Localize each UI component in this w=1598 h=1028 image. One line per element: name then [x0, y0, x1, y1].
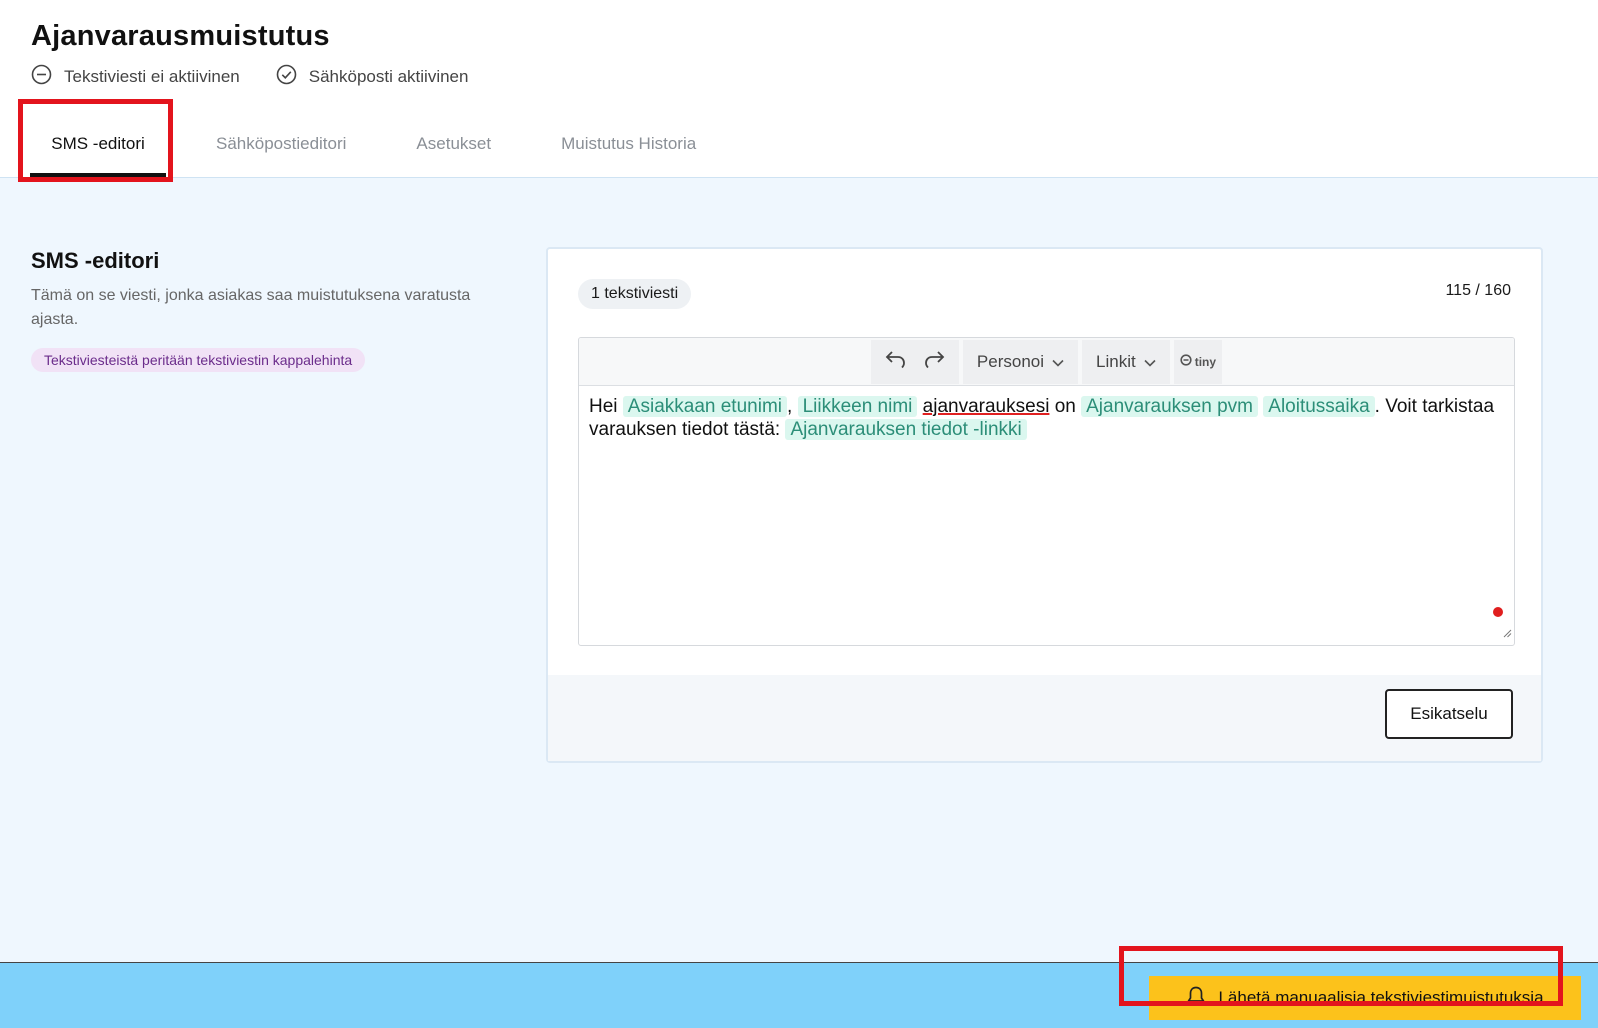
sms-count-badge: 1 tekstiviesti — [578, 279, 692, 309]
preview-button[interactable]: Esikatselu — [1385, 689, 1513, 739]
undo-icon — [885, 349, 907, 374]
personalize-dropdown[interactable]: Personoi — [969, 340, 1072, 384]
personalize-menu[interactable]: Personoi — [962, 339, 1079, 384]
price-note-badge: Tekstiviesteistä peritään tekstiviestin … — [31, 348, 366, 372]
redo-icon — [923, 349, 945, 374]
status-row: Tekstiviesti ei aktiivinen Sähköposti ak… — [31, 64, 504, 90]
character-count: 115 / 160 — [1445, 282, 1511, 299]
links-dropdown[interactable]: Linkit — [1088, 340, 1164, 384]
minus-circle-icon — [31, 64, 64, 90]
tab-email-editor[interactable]: Sähköpostieditori — [216, 110, 346, 178]
chevron-down-icon — [1052, 352, 1064, 372]
tag-customer-first-name[interactable]: Asiakkaan etunimi — [622, 396, 787, 417]
history-buttons — [870, 339, 959, 384]
tag-booking-date[interactable]: Ajanvarauksen pvm — [1081, 396, 1258, 417]
page-title: Ajanvarausmuistutus — [31, 20, 330, 52]
send-manual-label: Lähetä manuaalisia tekstiviestimuistutuk… — [1218, 988, 1544, 1007]
editor-card: 1 tekstiviesti 115 / 160 Personoi Linkit… — [546, 247, 1543, 763]
tiny-brand-text: tiny — [1194, 354, 1217, 369]
email-status-label: Sähköposti aktiivinen — [308, 67, 469, 86]
bottom-action-bar: Lähetä manuaalisia tekstiviestimuistutuk… — [0, 962, 1598, 1028]
check-circle-icon — [276, 64, 309, 90]
status-dot — [1493, 607, 1503, 617]
text-greeting: Hei — [589, 396, 618, 417]
main-content: SMS -editori Tämä on se viesti, jonka as… — [0, 178, 1598, 962]
editor-card-footer: Esikatselu — [548, 675, 1541, 761]
tab-reminder-history[interactable]: Muistutus Historia — [561, 110, 696, 178]
tab-bar: SMS -editori Sähköpostieditori Asetukset… — [30, 110, 696, 178]
tiny-brand-label: tiny — [1180, 354, 1216, 369]
send-manual-sms-reminders-button[interactable]: Lähetä manuaalisia tekstiviestimuistutuk… — [1149, 976, 1581, 1020]
editor-toolbar: Personoi Linkit tiny — [579, 338, 1514, 386]
tab-settings[interactable]: Asetukset — [416, 110, 491, 178]
resize-handle-icon[interactable] — [1502, 625, 1512, 643]
section-description: Tämä on se viesti, jonka asiakas saa mui… — [31, 287, 471, 328]
email-status: Sähköposti aktiivinen — [276, 64, 469, 90]
bell-icon — [1186, 985, 1218, 1012]
tag-booking-details-link[interactable]: Ajanvarauksen tiedot -linkki — [785, 419, 1027, 440]
page-header: Ajanvarausmuistutus Tekstiviesti ei akti… — [0, 0, 1598, 178]
tiny-logo-icon — [1180, 354, 1195, 369]
sms-status: Tekstiviesti ei aktiivinen — [31, 64, 240, 90]
tag-start-time[interactable]: Aloitussaika — [1263, 396, 1375, 417]
text-booking-word: ajanvarauksesi — [922, 396, 1050, 417]
text-on: on — [1054, 396, 1076, 417]
section-title: SMS -editori — [31, 248, 160, 273]
links-menu[interactable]: Linkit — [1082, 339, 1170, 384]
tag-business-name[interactable]: Liikkeen nimi — [797, 396, 918, 417]
redo-button[interactable] — [915, 340, 953, 384]
personalize-label: Personoi — [976, 351, 1045, 371]
tab-sms-editor[interactable]: SMS -editori — [30, 110, 166, 178]
sms-status-label: Tekstiviesti ei aktiivinen — [64, 67, 240, 86]
links-label: Linkit — [1096, 351, 1136, 371]
editor-content[interactable]: Hei Asiakkaan etunimi, Liikkeen nimi aja… — [579, 386, 1514, 450]
chevron-down-icon — [1144, 352, 1156, 372]
undo-button[interactable] — [877, 340, 915, 384]
tiny-brand[interactable]: tiny — [1173, 339, 1223, 384]
text-comma: , — [787, 396, 793, 417]
sms-editor: Personoi Linkit tiny Hei Asiakkaan etuni… — [578, 337, 1515, 646]
